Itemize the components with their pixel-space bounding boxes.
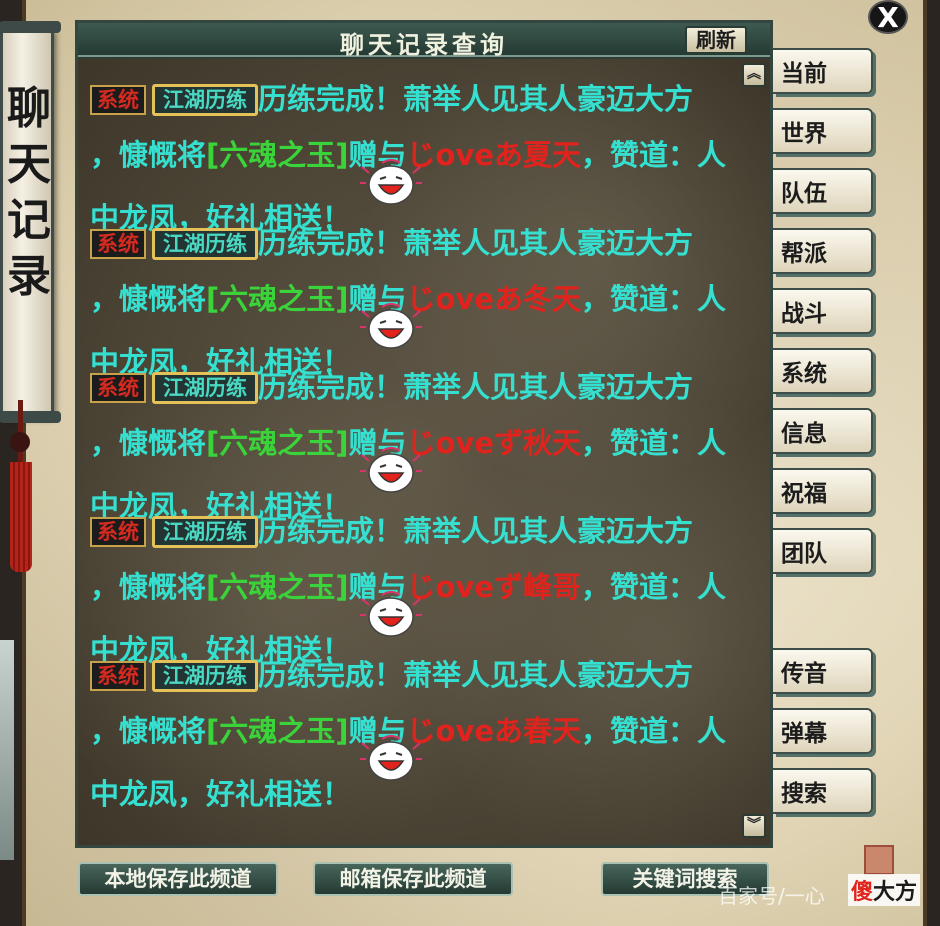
message-line-1: 系统 江湖历练 历练完成！萧举人见其人豪迈大方 [90,513,693,549]
tab-whisper[interactable]: 传音 [773,648,873,694]
chat-log-area[interactable]: ︽ 系统 江湖历练 历练完成！萧举人见其人豪迈大方 ，慷慨将[六魂之玉]赠与じove… [78,59,770,845]
brand-red: 傻 [851,880,874,905]
scroll-down-button[interactable]: ︾ [742,814,766,838]
message-line-1: 系统 江湖历练 历练完成！萧举人见其人豪迈大方 [90,81,693,117]
tassel-bead [10,432,30,452]
item-link[interactable]: [六魂之玉] [206,570,349,604]
message-text: ，赞道：人 [581,282,727,316]
chat-message: 系统 江湖历练 历练完成！萧举人见其人豪迈大方 ，慷慨将[六魂之玉]赠与じoveあ夏… [90,81,750,235]
scroll-char: 天 [7,139,51,190]
message-text: 历练完成！萧举人见其人豪迈大方 [258,514,694,548]
message-text: ，赞道：人 [581,714,727,748]
tab-group[interactable]: 团队 [773,528,873,574]
channel-tag[interactable]: 江湖历练 [152,660,258,692]
panel-title: 聊天记录查询 [340,30,508,59]
system-tag[interactable]: 系统 [90,517,146,547]
message-text: 历练完成！萧举人见其人豪迈大方 [258,82,694,116]
laughing-face-icon [360,447,422,493]
scroll-char: 记 [7,195,51,246]
message-text: ，慷慨将 [90,138,207,172]
chat-message: 系统 江湖历练 历练完成！萧举人见其人豪迈大方 ，慷慨将[六魂之玉]赠与じoveず秋… [90,369,750,523]
item-link[interactable]: [六魂之玉] [206,714,349,748]
message-text: ，赞道：人 [581,138,727,172]
item-link[interactable]: [六魂之玉] [206,426,349,460]
channel-tag[interactable]: 江湖历练 [152,516,258,548]
chevron-down-icon: ︾ [747,817,761,833]
message-text: 中龙凤，好礼相送！ [90,777,352,811]
tab-battle[interactable]: 战斗 [773,288,873,334]
system-tag[interactable]: 系统 [90,229,146,259]
channel-tag[interactable]: 江湖历练 [152,84,258,116]
laughing-face-icon [360,159,422,205]
close-button[interactable]: X [868,0,908,34]
panel-header: 聊天记录查询 刷新 [78,23,770,59]
message-line-1: 系统 江湖历练 历练完成！萧举人见其人豪迈大方 [90,225,693,261]
chat-message: 系统 江湖历练 历练完成！萧举人见其人豪迈大方 ，慷慨将[六魂之玉]赠与じoveあ春… [90,657,750,811]
chat-log-scroll-banner: 聊 天 记 录 [0,21,61,423]
tab-barrage[interactable]: 弹幕 [773,708,873,754]
message-text: ，慷慨将 [90,570,207,604]
system-tag[interactable]: 系统 [90,85,146,115]
save-local-button[interactable]: 本地保存此频道 [78,862,278,896]
player-name-link[interactable]: じoveあ冬天 [407,282,582,316]
tab-guild[interactable]: 帮派 [773,228,873,274]
player-name-link[interactable]: じoveず秋天 [407,426,582,460]
tab-world[interactable]: 世界 [773,108,873,154]
close-icon: X [877,0,899,34]
chat-message: 系统 江湖历练 历练完成！萧举人见其人豪迈大方 ，慷慨将[六魂之玉]赠与じoveあ冬… [90,225,750,379]
message-line-1: 系统 江湖历练 历练完成！萧举人见其人豪迈大方 [90,657,693,693]
message-text: 历练完成！萧举人见其人豪迈大方 [258,370,694,404]
player-name-link[interactable]: じoveあ春天 [407,714,582,748]
tab-team[interactable]: 队伍 [773,168,873,214]
chat-history-panel: 聊天记录查询 刷新 ︽ 系统 江湖历练 历练完成！萧举人见其人豪迈大方 ，慷慨将[六… [75,20,773,848]
system-tag[interactable]: 系统 [90,373,146,403]
message-text: 历练完成！萧举人见其人豪迈大方 [258,226,694,260]
tab-current[interactable]: 当前 [773,48,873,94]
scroll-bottom-cap [0,411,61,423]
tassel [10,462,32,572]
channel-tag[interactable]: 江湖历练 [152,228,258,260]
item-link[interactable]: [六魂之玉] [206,282,349,316]
left-edge-strip [0,640,14,860]
system-tag[interactable]: 系统 [90,661,146,691]
watermark-text: 百家号/一心 [718,884,825,908]
scroll-title: 聊 天 记 录 [7,81,51,305]
message-text: ，慷慨将 [90,282,207,316]
message-line-1: 系统 江湖历练 历练完成！萧举人见其人豪迈大方 [90,369,693,405]
brand-watermark: 傻大方 [848,874,921,906]
save-mail-button[interactable]: 邮箱保存此频道 [313,862,513,896]
chat-message: 系统 江湖历练 历练完成！萧举人见其人豪迈大方 ，慷慨将[六魂之玉]赠与じoveず峰… [90,513,750,667]
tab-blessing[interactable]: 祝福 [773,468,873,514]
player-name-link[interactable]: じoveず峰哥 [407,570,582,604]
brand-black: 大方 [873,880,918,905]
laughing-face-icon [360,591,422,637]
scroll-char: 聊 [7,83,51,134]
channel-tag[interactable]: 江湖历练 [152,372,258,404]
scroll-char: 录 [7,251,51,302]
message-text: ，赞道：人 [581,570,727,604]
tab-info[interactable]: 信息 [773,408,873,454]
seal-stamp-icon [864,845,894,875]
tab-system[interactable]: 系统 [773,348,873,394]
message-text: ，赞道：人 [581,426,727,460]
message-text: ，慷慨将 [90,426,207,460]
refresh-button[interactable]: 刷新 [685,26,747,54]
message-text: 历练完成！萧举人见其人豪迈大方 [258,658,694,692]
laughing-face-icon [360,735,422,781]
laughing-face-icon [360,303,422,349]
chevron-up-icon: ︽ [747,66,761,82]
scroll-top-cap [0,21,61,33]
message-line-3: 中龙凤，好礼相送！ [90,776,351,812]
message-list: 系统 江湖历练 历练完成！萧举人见其人豪迈大方 ，慷慨将[六魂之玉]赠与じoveあ夏… [90,81,750,811]
search-button[interactable]: 搜索 [773,768,873,814]
item-link[interactable]: [六魂之玉] [206,138,349,172]
player-name-link[interactable]: じoveあ夏天 [407,138,582,172]
message-text: ，慷慨将 [90,714,207,748]
